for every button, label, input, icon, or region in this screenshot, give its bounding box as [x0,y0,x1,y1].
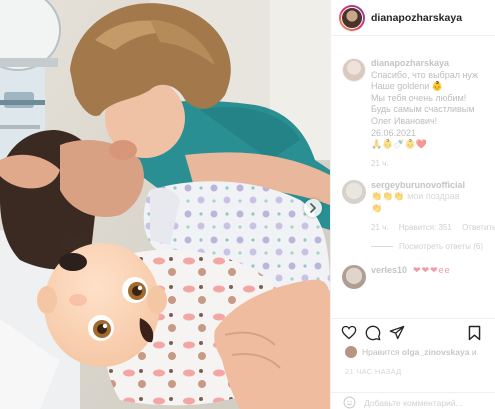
comment-item: verles10 ❤❤❤ее [331,264,495,289]
bookmark-icon [468,325,481,340]
replies-divider [371,245,393,247]
view-replies-button[interactable]: Посмотреть ответы (6) [371,242,495,251]
comment-username[interactable]: verles10 [371,265,407,277]
comment-button[interactable] [365,323,389,343]
next-photo-button[interactable] [304,199,322,217]
post-header: dianapozharskaya [331,0,495,36]
comment-avatar[interactable] [342,179,366,204]
view-replies-label: Посмотреть ответы (6) [399,241,484,251]
like-button[interactable] [341,323,365,343]
avatar[interactable] [339,4,365,31]
post-photo [0,0,330,409]
caption-line: Мы тебя очень любим! [371,92,467,103]
comment-text: 👏👏👏 мои поздрав [371,191,460,202]
comment-text: ❤❤❤ее [413,264,451,275]
likes-suffix: и [471,347,477,357]
comment-text: 👏 [371,202,383,213]
caption-emoji-line: 🙏👶🍼👶❤️ [371,139,428,150]
caption-line: Наше goldenи 👶 [371,81,443,92]
post-date: 21 ЧАС НАЗАД [345,367,402,376]
photo-scene [0,0,330,409]
caption-time: 21 ч. [371,158,389,168]
likes-prefix: Нравится [362,347,400,357]
comment-time: 21 ч. [371,222,389,232]
comment-username[interactable]: sergeyburunovofficial [371,180,465,190]
comment-avatar[interactable] [342,264,366,289]
likes-summary[interactable]: Нравится olga_zinovskaya и [345,346,495,358]
comment-icon [365,325,381,340]
post-side-panel: dianapozharskaya dianapozharskaya Спасиб… [330,0,495,409]
share-button[interactable] [389,323,413,343]
share-icon [389,325,405,340]
reply-button[interactable]: Ответить [462,223,495,232]
comment-item: sergeyburunovofficial 👏👏👏 мои поздрав 👏 … [331,179,495,251]
caption-avatar[interactable] [342,58,366,82]
post-actions-bar [331,318,495,346]
heart-icon [341,325,357,340]
comments-list[interactable]: dianapozharskaya Спасибо, что выбрал нуж… [331,52,495,314]
post-author-username[interactable]: dianapozharskaya [371,12,462,24]
caption-username[interactable]: dianapozharskaya [371,58,449,68]
caption-line: Будь самым счастливым [371,104,475,115]
save-button[interactable] [468,323,492,343]
avatar [345,346,357,358]
caption-line: Спасибо, что выбрал нуж [371,69,479,80]
caption-line: Олег Иванович! [371,115,438,126]
caption-line: 26.06.2021 [371,127,417,138]
chevron-right-icon [310,203,317,213]
caption: dianapozharskaya Спасибо, что выбрал нуж… [331,58,495,168]
comment-likes[interactable]: Нравится: 351 [399,223,452,232]
emoji-icon[interactable] [343,396,356,409]
comment-input[interactable]: Добавьте комментарий... [364,398,463,408]
add-comment-bar: Добавьте комментарий... [331,392,495,409]
likes-user[interactable]: olga_zinovskaya [402,347,470,357]
